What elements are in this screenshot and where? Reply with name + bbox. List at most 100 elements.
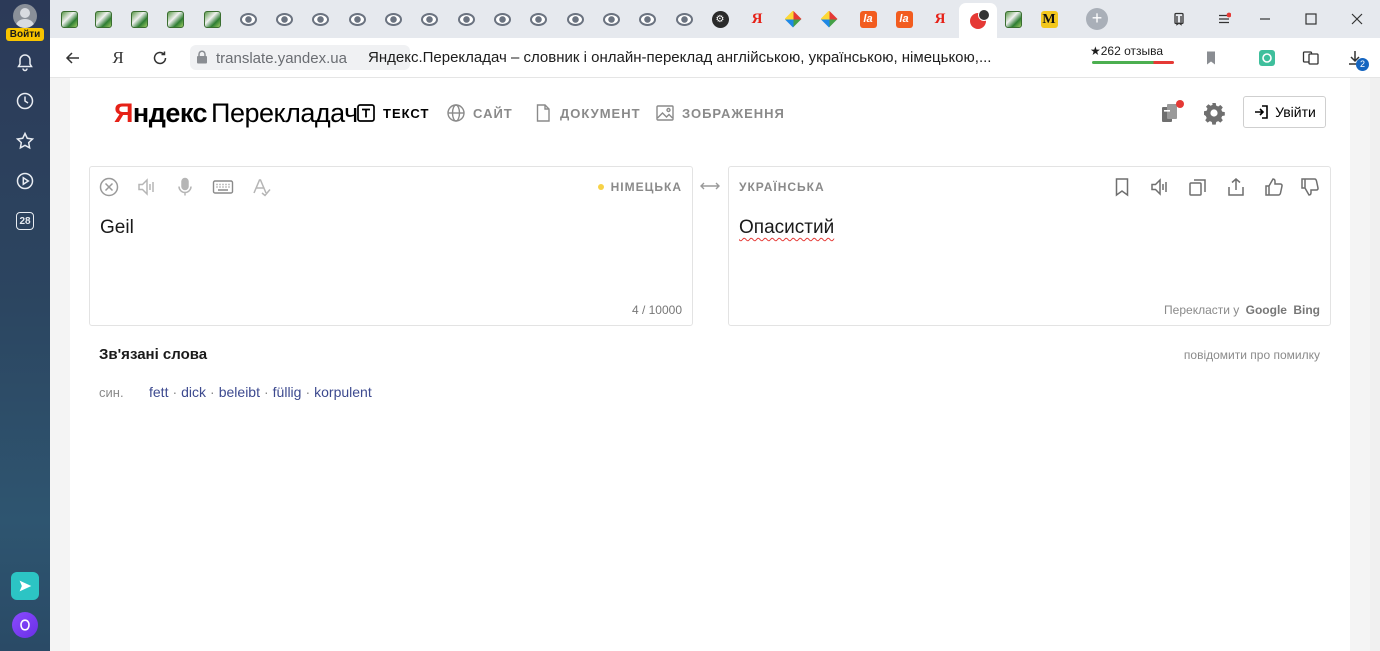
alice-icon[interactable] xyxy=(12,612,38,638)
yandex-translator-logo[interactable]: Яндекс Перекладач xyxy=(114,98,358,129)
tab[interactable] xyxy=(417,8,441,30)
microphone-icon[interactable] xyxy=(173,175,197,199)
spellcheck-icon[interactable] xyxy=(249,175,273,199)
sidebar-login-label[interactable]: Войти xyxy=(6,28,44,41)
synonym-link[interactable]: dick xyxy=(181,384,206,400)
keyboard-icon[interactable] xyxy=(211,175,235,199)
tab[interactable] xyxy=(127,8,151,30)
page-scrollbar[interactable] xyxy=(1370,78,1380,651)
bell-icon[interactable] xyxy=(10,47,40,77)
swap-languages-icon[interactable] xyxy=(698,178,722,194)
tab[interactable] xyxy=(91,8,115,30)
tab[interactable]: ⚙ xyxy=(708,8,732,30)
eye-favicon-icon xyxy=(602,12,620,26)
tab[interactable] xyxy=(454,8,478,30)
profile-avatar[interactable]: Войти xyxy=(6,4,44,41)
tab[interactable] xyxy=(381,8,405,30)
tab[interactable]: M xyxy=(1037,8,1061,30)
report-error-link[interactable]: повідомити про помилку xyxy=(1184,348,1320,362)
eye-favicon-icon xyxy=(457,12,475,26)
google-link[interactable]: Google xyxy=(1246,303,1287,317)
image-favicon-icon xyxy=(94,10,112,28)
multicolor-favicon-icon xyxy=(784,10,802,28)
tab[interactable] xyxy=(672,8,696,30)
menu-icon[interactable] xyxy=(1214,9,1234,29)
star-icon[interactable] xyxy=(10,126,40,156)
tab[interactable]: la xyxy=(856,8,880,30)
tab[interactable]: la xyxy=(892,8,916,30)
back-arrow-icon[interactable] xyxy=(62,47,84,69)
translate-page-icon[interactable] xyxy=(1300,47,1322,69)
play-icon[interactable] xyxy=(10,166,40,196)
tab[interactable] xyxy=(345,8,369,30)
tab[interactable] xyxy=(308,8,332,30)
tab[interactable]: Я xyxy=(745,8,769,30)
translator-favicon-icon xyxy=(970,8,990,29)
reviews-badge[interactable]: ★262 отзыва xyxy=(1090,44,1176,68)
history-icon[interactable] xyxy=(10,86,40,116)
image-favicon-icon xyxy=(130,10,148,28)
tab[interactable] xyxy=(236,8,260,30)
tab-text[interactable]: ТЕКСТ xyxy=(356,102,429,124)
minimize-icon[interactable] xyxy=(1255,9,1275,29)
close-window-icon[interactable] xyxy=(1347,9,1367,29)
tab[interactable] xyxy=(817,8,841,30)
tab[interactable] xyxy=(200,8,224,30)
tab-image[interactable]: ЗОБРАЖЕННЯ xyxy=(655,102,785,124)
reload-icon[interactable] xyxy=(149,47,171,69)
maximize-icon[interactable] xyxy=(1301,9,1321,29)
bookmark-icon[interactable] xyxy=(1200,47,1222,69)
new-tab-button[interactable]: + xyxy=(1086,8,1108,30)
synonym-link[interactable]: fett xyxy=(149,384,168,400)
tab[interactable] xyxy=(163,8,187,30)
calendar-day: 28 xyxy=(16,212,34,230)
speaker-icon[interactable] xyxy=(135,175,159,199)
tab-document[interactable]: ДОКУМЕНТ xyxy=(533,102,641,124)
target-language-label: УКРАЇНСЬКА xyxy=(739,180,825,194)
thumbs-up-icon[interactable] xyxy=(1262,175,1286,199)
extension-icon[interactable] xyxy=(1256,47,1278,69)
la-favicon-icon: la xyxy=(859,10,877,28)
source-panel[interactable]: НІМЕЦЬКА Geil 4 / 10000 xyxy=(89,166,693,326)
collections-icon[interactable] xyxy=(1169,9,1189,29)
synonym-link[interactable]: füllig xyxy=(273,384,302,400)
target-speaker-icon[interactable] xyxy=(1148,175,1172,199)
eye-favicon-icon xyxy=(566,12,584,26)
tab[interactable] xyxy=(781,8,805,30)
collections-books-icon[interactable] xyxy=(1158,100,1184,126)
tab[interactable] xyxy=(57,8,81,30)
yandex-button[interactable]: Я xyxy=(107,47,129,69)
bing-link[interactable]: Bing xyxy=(1293,303,1320,317)
tab[interactable] xyxy=(526,8,550,30)
settings-gear-icon[interactable] xyxy=(1202,101,1226,125)
page-title: Яндекс.Перекладач – словник і онлайн-пер… xyxy=(368,49,992,66)
share-icon[interactable] xyxy=(1224,175,1248,199)
send-app-icon[interactable] xyxy=(11,572,39,600)
login-button[interactable]: Увійти xyxy=(1243,96,1326,128)
tab-active[interactable] xyxy=(959,3,997,38)
target-panel: УКРАЇНСЬКА Опасистий Перекласти у Google… xyxy=(728,166,1331,326)
globe-icon xyxy=(447,104,465,122)
synonym-separator: · xyxy=(263,384,269,400)
la-favicon-icon: la xyxy=(895,10,913,28)
tab[interactable] xyxy=(272,8,296,30)
source-text-input[interactable]: Geil xyxy=(100,217,134,239)
copy-icon[interactable] xyxy=(1186,175,1210,199)
tab[interactable]: Я xyxy=(928,8,952,30)
synonym-link[interactable]: beleibt xyxy=(219,384,260,400)
tab[interactable] xyxy=(635,8,659,30)
eye-favicon-icon xyxy=(384,12,402,26)
target-language-selector[interactable]: УКРАЇНСЬКА xyxy=(739,180,825,194)
tab[interactable] xyxy=(599,8,623,30)
calendar-icon[interactable]: 28 xyxy=(10,206,40,236)
tab[interactable] xyxy=(490,8,514,30)
page-viewport: Яндекс Перекладач ТЕКСТ САЙТ ДОКУМЕНТ ЗОБ… xyxy=(50,78,1380,651)
synonym-link[interactable]: korpulent xyxy=(314,384,372,400)
tab-site[interactable]: САЙТ xyxy=(446,102,513,124)
thumbs-down-icon[interactable] xyxy=(1298,175,1322,199)
source-language-selector[interactable]: НІМЕЦЬКА xyxy=(597,180,682,194)
bookmark-outline-icon[interactable] xyxy=(1110,175,1134,199)
tab[interactable] xyxy=(563,8,587,30)
clear-icon[interactable] xyxy=(97,175,121,199)
tab[interactable] xyxy=(1001,8,1025,30)
